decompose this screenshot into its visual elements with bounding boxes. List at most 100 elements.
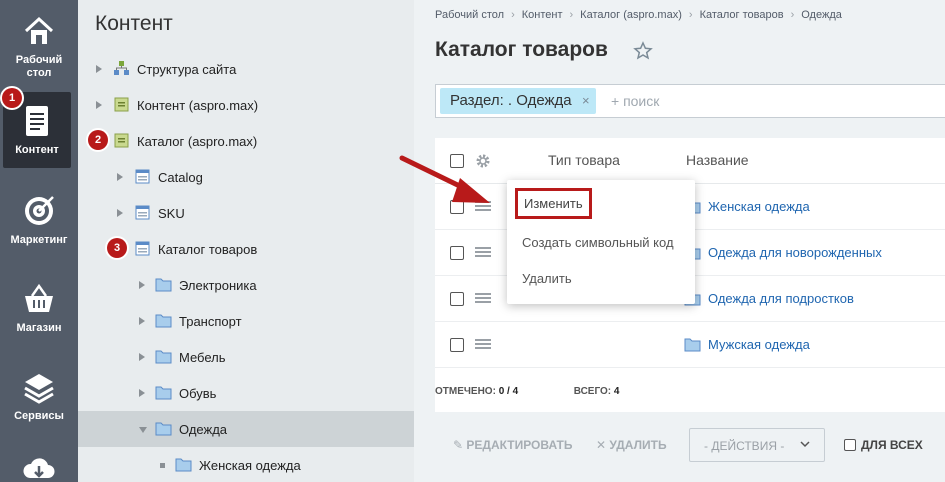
sidebar-label-desktop-1: Рабочий	[15, 54, 63, 66]
list-icon	[135, 205, 150, 220]
row-checkbox[interactable]	[450, 246, 464, 260]
chevron-right-icon: ›	[511, 9, 515, 21]
edit-button[interactable]: ✎ РЕДАКТИРОВАТЬ	[453, 438, 572, 452]
filter-chip[interactable]: Раздел: . Одежда ×	[440, 88, 596, 114]
breadcrumb: Рабочий стол › Контент › Каталог (aspro.max)…	[435, 9, 842, 21]
folder-icon	[155, 278, 172, 292]
marked-label: ОТМЕЧЕНО:	[435, 386, 496, 397]
expand-arrow-icon[interactable]	[139, 353, 145, 361]
tree-node-site-structure[interactable]: Структура сайта	[78, 51, 414, 87]
row-name-link[interactable]: Женская одежда	[708, 199, 810, 214]
filter-search-bar[interactable]: Раздел: . Одежда × + поиск	[435, 84, 945, 118]
row-checkbox[interactable]	[450, 338, 464, 352]
search-input[interactable]: + поиск	[611, 93, 659, 109]
grid-stats: ОТМЕЧЕНО: 0 / 4 ВСЕГО: 4	[435, 386, 619, 397]
star-icon[interactable]	[633, 41, 653, 61]
list-icon	[135, 241, 150, 256]
cloud-download-icon	[23, 458, 55, 478]
site-structure-icon	[114, 61, 129, 75]
total-label: ВСЕГО:	[573, 386, 612, 397]
tree-node-label: Обувь	[179, 386, 217, 401]
breadcrumb-item[interactable]: Контент	[522, 9, 563, 21]
column-header-name[interactable]: Название	[686, 152, 749, 168]
row-menu-icon[interactable]	[475, 293, 491, 304]
menu-item-delete[interactable]: Удалить	[522, 271, 572, 286]
column-header-type[interactable]: Тип товара	[548, 152, 620, 168]
tree-node-content-aspro[interactable]: Контент (aspro.max)	[78, 87, 414, 123]
tree-node-sku[interactable]: SKU	[78, 195, 414, 231]
row-menu-icon[interactable]	[475, 339, 491, 350]
row-name-link[interactable]: Одежда для новорожденных	[708, 245, 882, 260]
for-all-label: ДЛЯ ВСЕХ	[861, 438, 923, 452]
row-name-link[interactable]: Мужская одежда	[708, 337, 810, 352]
expand-arrow-icon[interactable]	[139, 281, 145, 289]
pencil-icon: ✎	[453, 438, 464, 452]
expand-arrow-icon[interactable]	[139, 389, 145, 397]
breadcrumb-item[interactable]: Каталог (aspro.max)	[580, 9, 682, 21]
tree-node-electronics[interactable]: Электроника	[78, 267, 414, 303]
expand-arrow-icon[interactable]	[117, 173, 123, 181]
sidebar-item-marketing[interactable]: Маркетинг	[0, 184, 78, 268]
expand-arrow-icon[interactable]	[139, 317, 145, 325]
for-all-toggle[interactable]: ДЛЯ ВСЕХ	[844, 438, 923, 452]
step-badge-2: 2	[88, 130, 108, 150]
for-all-checkbox[interactable]	[844, 439, 856, 451]
folder-icon	[684, 338, 701, 352]
tree-title: Контент	[95, 12, 173, 35]
sidebar-label-marketing: Маркетинг	[10, 234, 68, 246]
tree-node-womens-clothing[interactable]: Женская одежда	[78, 447, 414, 482]
sidebar-item-shop[interactable]: Магазин	[0, 272, 78, 356]
tree-node-shoes[interactable]: Обувь	[78, 375, 414, 411]
iblock-icon	[114, 133, 129, 148]
chevron-down-icon	[800, 441, 810, 448]
expand-arrow-icon[interactable]	[96, 101, 102, 109]
menu-item-create-code[interactable]: Создать символьный код	[522, 235, 674, 250]
tree-node-transport[interactable]: Транспорт	[78, 303, 414, 339]
tree-node-clothing[interactable]: Одежда	[78, 411, 414, 447]
tree-node-catalog[interactable]: Catalog	[78, 159, 414, 195]
row-name-link[interactable]: Одежда для подростков	[708, 291, 854, 306]
sidebar-item-services[interactable]: Сервисы	[0, 360, 78, 444]
grid-header: Тип товара Название	[435, 138, 945, 184]
table-row[interactable]: Мужская одежда	[435, 322, 945, 368]
expand-arrow-icon[interactable]	[96, 65, 102, 73]
document-icon	[26, 106, 48, 136]
collapse-arrow-icon[interactable]	[139, 427, 147, 433]
tree-node-label: Одежда	[179, 422, 228, 437]
iblock-icon	[114, 97, 129, 112]
tree-node-catalog-aspro[interactable]: Каталог (aspro.max)	[78, 123, 414, 159]
folder-open-icon	[155, 422, 172, 436]
folder-icon	[155, 386, 172, 400]
folder-icon	[175, 458, 192, 472]
actions-bar: ✎ РЕДАКТИРОВАТЬ ✕ УДАЛИТЬ - ДЕЙСТВИЯ - Д…	[435, 428, 945, 464]
menu-item-edit[interactable]: Изменить	[515, 188, 592, 219]
basket-icon	[25, 283, 53, 312]
breadcrumb-item[interactable]: Одежда	[801, 9, 842, 21]
expand-arrow-icon[interactable]	[117, 209, 123, 217]
tree-node-label: Женская одежда	[199, 458, 301, 473]
folder-icon	[155, 314, 172, 328]
delete-button[interactable]: ✕ УДАЛИТЬ	[596, 438, 667, 452]
row-context-menu: Изменить Создать символьный код Удалить	[507, 180, 695, 304]
tree-node-label: Каталог (aspro.max)	[137, 134, 258, 149]
row-menu-icon[interactable]	[475, 247, 491, 258]
page-title: Каталог товаров	[435, 38, 608, 61]
tree-node-label: SKU	[158, 206, 185, 221]
sidebar-item-desktop[interactable]: Рабочий стол	[0, 4, 78, 88]
close-icon[interactable]: ×	[582, 88, 590, 114]
close-icon: ✕	[596, 438, 607, 452]
sidebar-label-services: Сервисы	[14, 410, 64, 422]
filter-chip-label: Раздел: . Одежда	[450, 92, 572, 109]
tree-node-label: Электроника	[179, 278, 257, 293]
row-checkbox[interactable]	[450, 292, 464, 306]
tree-node-label: Контент (aspro.max)	[137, 98, 259, 113]
tree-node-product-catalog[interactable]: Каталог товаров	[78, 231, 414, 267]
step-badge-3: 3	[107, 238, 127, 258]
actions-select[interactable]: - ДЕЙСТВИЯ -	[689, 428, 825, 462]
folder-icon	[155, 350, 172, 364]
breadcrumb-item[interactable]: Каталог товаров	[700, 9, 784, 21]
tree-node-furniture[interactable]: Мебель	[78, 339, 414, 375]
breadcrumb-item[interactable]: Рабочий стол	[435, 9, 504, 21]
sidebar-label-desktop-2: стол	[26, 67, 52, 79]
sidebar-item-cloud[interactable]	[0, 444, 78, 482]
